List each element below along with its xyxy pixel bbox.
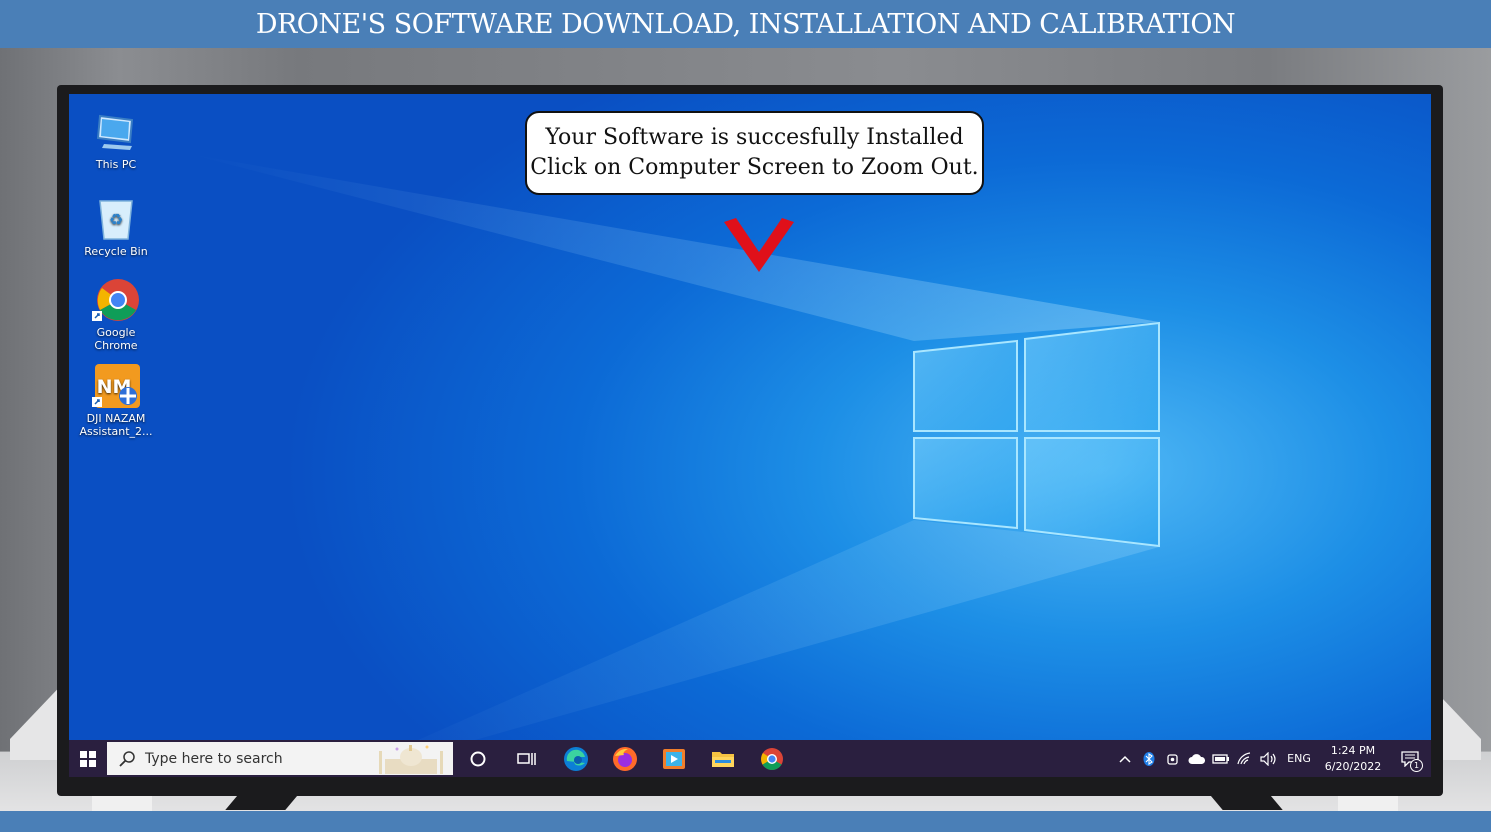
dji-nazam-icon: NM bbox=[92, 364, 140, 410]
chevron-down-icon bbox=[724, 218, 794, 272]
desktop-icon-label: Recycle Bin bbox=[84, 245, 148, 258]
bluetooth-tray[interactable] bbox=[1137, 740, 1161, 777]
windows-wallpaper-logo bbox=[189, 154, 1160, 777]
cortana-button[interactable] bbox=[453, 740, 502, 777]
bluetooth-icon bbox=[1143, 751, 1155, 766]
wifi-icon bbox=[1237, 751, 1251, 764]
taskbar-chrome[interactable] bbox=[747, 740, 796, 777]
camera-icon bbox=[1167, 753, 1178, 765]
desktop-icon-this-pc[interactable]: This PC bbox=[79, 110, 153, 171]
computer-screen[interactable]: This PC ♻ Recycle Bin Google Chrome NM D… bbox=[69, 94, 1431, 777]
callout-line-2: Click on Computer Screen to Zoom Out. bbox=[530, 155, 979, 180]
task-view-icon bbox=[516, 752, 536, 765]
taskbar: Type here to search ENG 1:24 PM 6/20/202… bbox=[69, 740, 1431, 777]
desktop-icon-recycle-bin[interactable]: ♻ Recycle Bin bbox=[79, 197, 153, 258]
taskbar-file-explorer[interactable] bbox=[698, 740, 747, 777]
edge-icon bbox=[563, 746, 588, 771]
page-banner: DRONE'S SOFTWARE DOWNLOAD, INSTALLATION … bbox=[0, 0, 1491, 48]
system-tray: ENG 1:24 PM 6/20/2022 1 bbox=[1113, 740, 1431, 777]
taskbar-edge[interactable] bbox=[551, 740, 600, 777]
computer-icon bbox=[92, 110, 140, 156]
desk-leg bbox=[1338, 795, 1398, 811]
cortana-icon bbox=[470, 751, 485, 766]
clock-date: 6/20/2022 bbox=[1324, 759, 1382, 773]
desktop-icon-label: This PC bbox=[95, 158, 137, 171]
taskbar-media-player[interactable] bbox=[649, 740, 698, 777]
windows-icon bbox=[80, 750, 96, 767]
desk-leg bbox=[92, 795, 152, 811]
task-view-button[interactable] bbox=[502, 740, 551, 777]
svg-text:♻: ♻ bbox=[109, 210, 123, 229]
chrome-icon bbox=[92, 278, 140, 324]
file-explorer-icon bbox=[711, 751, 734, 767]
language-indicator[interactable]: ENG bbox=[1281, 740, 1317, 777]
search-icon bbox=[119, 750, 135, 767]
battery-tray[interactable] bbox=[1209, 740, 1233, 777]
firefox-icon bbox=[612, 746, 637, 771]
banner-title: DRONE'S SOFTWARE DOWNLOAD, INSTALLATION … bbox=[255, 8, 1236, 40]
desktop-icon-dji-nazam[interactable]: NM DJI NAZAM Assistant_2... bbox=[79, 364, 153, 438]
chrome-icon bbox=[760, 747, 783, 770]
volume-tray[interactable] bbox=[1257, 740, 1281, 777]
action-center-button[interactable]: 1 bbox=[1389, 740, 1431, 777]
clock[interactable]: 1:24 PM 6/20/2022 bbox=[1317, 740, 1389, 777]
search-placeholder: Type here to search bbox=[145, 750, 283, 767]
taj-mahal-icon bbox=[375, 743, 447, 774]
show-hidden-icons-button[interactable] bbox=[1113, 740, 1137, 777]
battery-icon bbox=[1212, 753, 1229, 764]
footer-band bbox=[0, 811, 1491, 832]
instruction-callout: Your Software is succesfully Installed C… bbox=[525, 111, 984, 195]
meet-now-tray[interactable] bbox=[1161, 740, 1185, 777]
monitor-stand-right bbox=[1209, 794, 1283, 810]
onedrive-tray[interactable] bbox=[1185, 740, 1209, 777]
speaker-icon bbox=[1260, 751, 1276, 766]
desktop-icon-label: Google Chrome bbox=[94, 326, 138, 352]
start-button[interactable] bbox=[69, 740, 107, 777]
media-player-icon bbox=[662, 748, 685, 769]
desktop-icon-google-chrome[interactable]: Google Chrome bbox=[79, 278, 153, 352]
recycle-bin-icon: ♻ bbox=[92, 197, 140, 243]
desktop-icon-label: DJI NAZAM Assistant_2... bbox=[79, 412, 153, 438]
chevron-up-icon bbox=[1119, 755, 1131, 763]
cloud-icon bbox=[1188, 753, 1206, 764]
taskbar-firefox[interactable] bbox=[600, 740, 649, 777]
notification-badge: 1 bbox=[1410, 759, 1423, 772]
clock-time: 1:24 PM bbox=[1330, 743, 1376, 757]
taskbar-search-box[interactable]: Type here to search bbox=[107, 742, 453, 775]
wifi-tray[interactable] bbox=[1233, 740, 1257, 777]
callout-line-1: Your Software is succesfully Installed bbox=[545, 125, 964, 150]
